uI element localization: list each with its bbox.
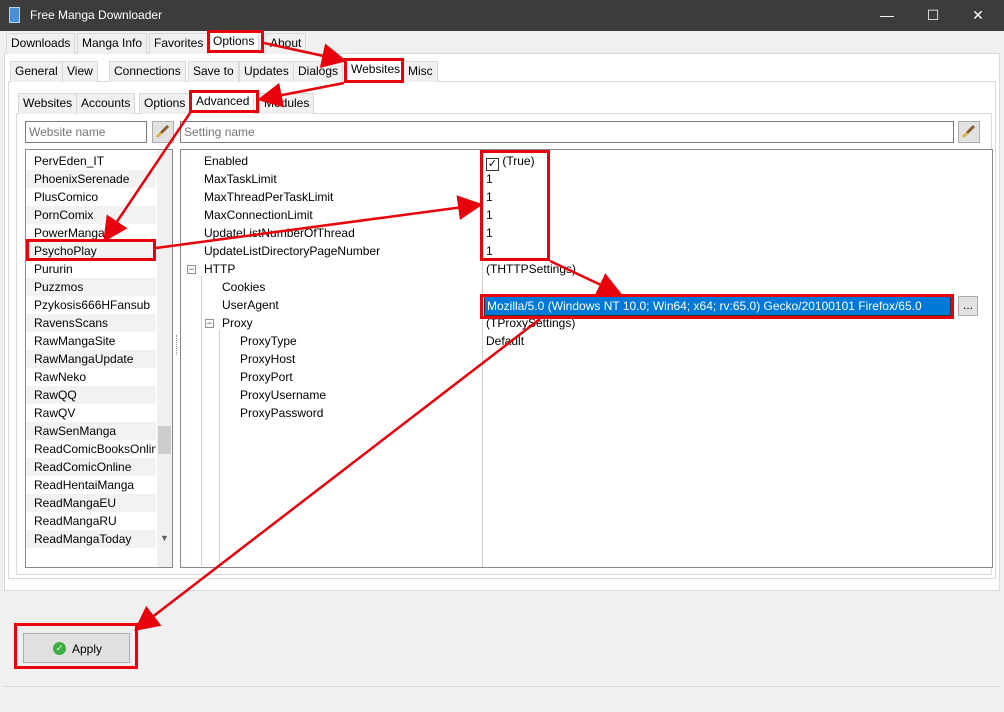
arrow-options-to-websites (263, 41, 347, 68)
annotation-arrows (103, 41, 623, 632)
arrow-useragent-to-apply (134, 318, 541, 632)
arrow-websites-to-advanced (257, 81, 345, 108)
arrow-advanced-to-psychoplay (103, 112, 192, 243)
arrow-psychoplay-to-values (155, 195, 483, 250)
arrow-values-to-useragent (549, 259, 623, 296)
